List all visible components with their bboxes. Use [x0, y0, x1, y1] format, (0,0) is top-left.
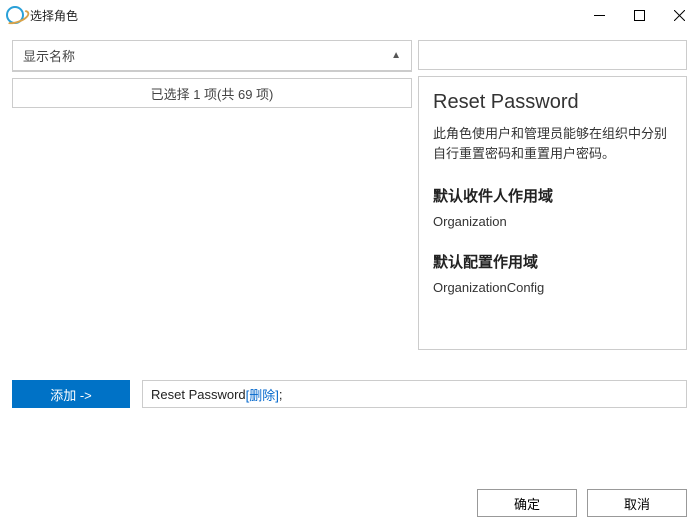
window-title: 选择角色	[30, 7, 78, 24]
sort-asc-icon: ▲	[391, 50, 401, 61]
ie-icon	[6, 6, 24, 24]
selected-item-name: Reset Password	[151, 387, 246, 402]
recipient-scope-value: Organization	[433, 214, 672, 229]
column-header-name[interactable]: 显示名称 ▲	[13, 41, 411, 71]
remove-link[interactable]: [删除]	[246, 385, 279, 404]
config-scope-value: OrganizationConfig	[433, 280, 672, 295]
add-button[interactable]: 添加 ->	[12, 380, 130, 408]
maximize-button[interactable]	[619, 0, 659, 30]
details-description: 此角色使用户和管理员能够在组织中分别自行重置密码和重置用户密码。	[433, 124, 672, 163]
ok-button[interactable]: 确定	[477, 489, 577, 517]
close-button[interactable]	[659, 0, 699, 30]
details-pane: Reset Password 此角色使用户和管理员能够在组织中分别自行重置密码和…	[418, 76, 687, 350]
minimize-button[interactable]	[579, 0, 619, 30]
details-title: Reset Password	[433, 91, 672, 114]
cancel-button[interactable]: 取消	[587, 489, 687, 517]
config-scope-label: 默认配置作用域	[433, 251, 672, 272]
recipient-scope-label: 默认收件人作用域	[433, 185, 672, 206]
selected-item-trail: ;	[279, 387, 283, 402]
selection-status: 已选择 1 项(共 69 项)	[12, 78, 412, 108]
title-bar: 选择角色	[0, 0, 699, 30]
search-input[interactable]	[418, 40, 687, 70]
selected-items-box[interactable]: Reset Password [删除] ;	[142, 380, 687, 408]
